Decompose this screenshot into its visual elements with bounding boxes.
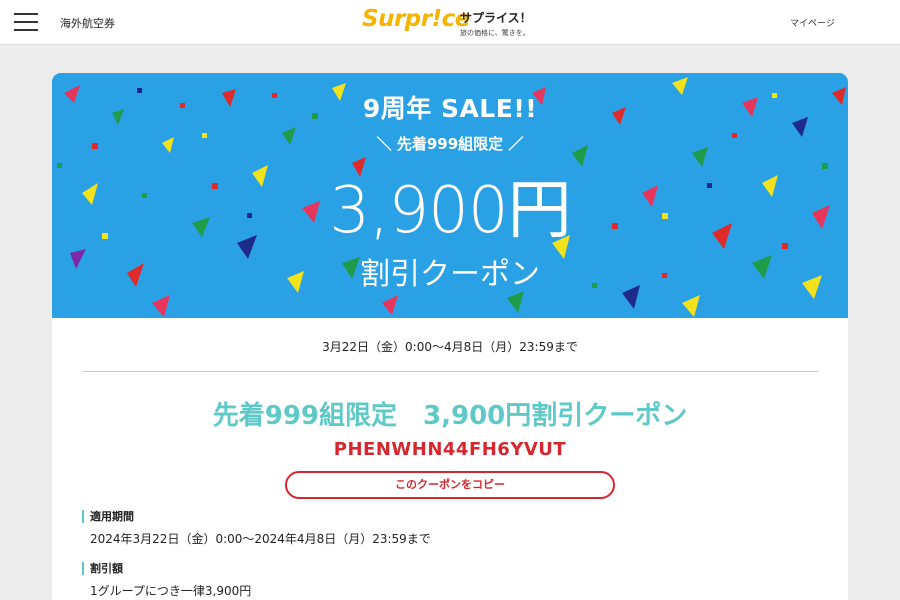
brand-name: サプライス！ bbox=[460, 11, 532, 25]
brand-tagline: 旅の価格に、驚きを。 bbox=[460, 29, 530, 37]
banner-sale-heading: 9周年 SALE!! bbox=[362, 94, 538, 123]
discount-label: 割引額 bbox=[82, 562, 123, 575]
sale-banner: 9周年 SALE!! ＼ 先着999組限定 ／ 3,900円 割引クーポン bbox=[52, 73, 848, 318]
copy-coupon-button[interactable]: このクーポンをコピー bbox=[285, 471, 615, 499]
discount-value: 1グループにつき一律3,900円 bbox=[90, 584, 252, 598]
divider bbox=[82, 371, 818, 372]
coupon-card: 9周年 SALE!! ＼ 先着999組限定 ／ 3,900円 割引クーポン 3月… bbox=[52, 73, 848, 600]
brand-block: サプライス！ 旅の価格に、驚きを。 bbox=[460, 9, 532, 38]
coupon-title: 先着999組限定 3,900円割引クーポン bbox=[212, 401, 688, 431]
banner-coupon-text: 割引クーポン bbox=[360, 257, 540, 292]
menu-icon[interactable] bbox=[14, 13, 38, 31]
site-header: 海外航空券 Surpr!ce サプライス！ 旅の価格に、驚きを。 マイページ bbox=[0, 0, 900, 45]
mypage-link[interactable]: マイページ bbox=[790, 16, 835, 29]
coupon-code: PHENWHN44FH6YVUT bbox=[333, 439, 567, 460]
banner-amount: 3,900円 bbox=[329, 174, 571, 248]
surprice-logo[interactable]: Surpr!ce bbox=[362, 6, 470, 32]
banner-limit-text: ＼ 先着999組限定 ／ bbox=[376, 135, 524, 153]
validity-value: 2024年3月22日（金）0:00〜2024年4月8日（月）23:59まで bbox=[90, 532, 431, 546]
coupon-period: 3月22日（金）0:00〜4月8日（月）23:59まで bbox=[322, 340, 578, 354]
validity-label: 適用期間 bbox=[82, 510, 134, 523]
nav-overseas-flights-link[interactable]: 海外航空券 bbox=[60, 15, 115, 31]
